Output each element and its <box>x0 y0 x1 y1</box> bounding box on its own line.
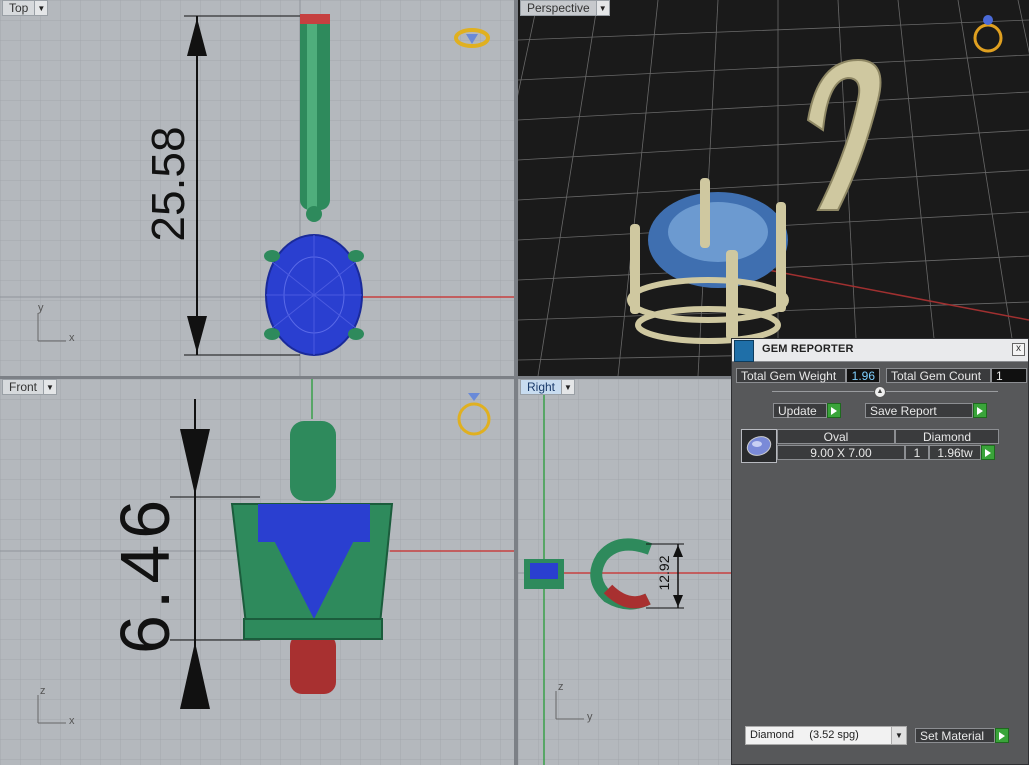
dimension-label-right: 12.92 <box>656 555 672 591</box>
front-scene <box>0 379 514 765</box>
axis-z-label: z <box>558 681 564 693</box>
chevron-down-icon[interactable]: ▼ <box>891 727 906 744</box>
axis-y-label: y <box>587 711 593 723</box>
perspective-scene <box>518 0 1029 376</box>
update-go-icon[interactable] <box>827 403 841 418</box>
gem-reporter-titlebar[interactable]: GEM REPORTER x <box>732 339 1028 362</box>
viewport-right[interactable]: Right ▼ 12.92 z y <box>518 379 731 765</box>
gem-reporter-title: GEM REPORTER <box>762 343 854 355</box>
viewport-right-tab[interactable]: Right ▼ <box>520 379 576 395</box>
collapse-knob[interactable]: ▲ <box>874 386 886 398</box>
top-scene <box>0 0 514 376</box>
viewport-front[interactable]: Front ▼ 6.46 z x <box>0 379 514 765</box>
viewport-top[interactable]: Top ▼ 25.58 y x <box>0 0 514 376</box>
dimension-label-top: 25.58 <box>142 126 194 242</box>
chevron-down-icon[interactable]: ▼ <box>596 0 610 16</box>
axis-x-label: x <box>69 715 75 727</box>
axis-z-label: z <box>40 685 46 697</box>
table-weight: 1.96tw <box>929 445 981 460</box>
update-button[interactable]: Update <box>773 403 827 418</box>
viewport-front-tab[interactable]: Front ▼ <box>2 379 58 395</box>
viewport-top-tab[interactable]: Top ▼ <box>2 0 49 16</box>
viewport-perspective-tab[interactable]: Perspective ▼ <box>520 0 610 16</box>
total-count-value: 1 <box>991 368 1027 383</box>
totals-row: Total Gem Weight 1.96 Total Gem Count 1 <box>736 368 1027 384</box>
table-row-go-icon[interactable] <box>981 445 995 460</box>
total-weight-label: Total Gem Weight <box>736 368 846 383</box>
table-count: 1 <box>905 445 929 460</box>
viewport-front-label: Front <box>2 379 45 395</box>
oval-gem-icon <box>746 436 772 456</box>
viewport-perspective[interactable]: Perspective ▼ <box>518 0 1029 376</box>
save-report-go-icon[interactable] <box>973 403 987 418</box>
save-report-button[interactable]: Save Report <box>865 403 973 418</box>
material-select-value: Diamond (3.52 spg) <box>750 729 859 741</box>
material-select[interactable]: Diamond (3.52 spg) ▼ <box>745 726 907 745</box>
gem-thumbnail[interactable] <box>741 429 777 463</box>
table-material: Diamond <box>895 429 999 444</box>
set-material-button[interactable]: Set Material <box>915 728 995 743</box>
set-material-go-icon[interactable] <box>995 728 1009 743</box>
calculator-icon <box>734 340 754 362</box>
total-count-label: Total Gem Count <box>886 368 991 383</box>
viewport-right-label: Right <box>520 379 563 395</box>
right-scene <box>518 379 731 765</box>
close-icon[interactable]: x <box>1012 343 1025 356</box>
axis-x-label: x <box>69 332 75 344</box>
chevron-down-icon[interactable]: ▼ <box>562 379 576 395</box>
dimension-label-front: 6.46 <box>106 493 184 654</box>
viewport-top-label: Top <box>2 0 36 16</box>
table-size: 9.00 X 7.00 <box>777 445 905 460</box>
table-shape: Oval <box>777 429 895 444</box>
chevron-down-icon[interactable]: ▼ <box>44 379 58 395</box>
gem-reporter-panel: GEM REPORTER x Total Gem Weight 1.96 Tot… <box>731 338 1029 765</box>
viewport-perspective-label: Perspective <box>520 0 597 16</box>
chevron-down-icon[interactable]: ▼ <box>35 0 49 16</box>
axis-y-label: y <box>38 302 44 314</box>
total-weight-value: 1.96 <box>846 368 880 383</box>
